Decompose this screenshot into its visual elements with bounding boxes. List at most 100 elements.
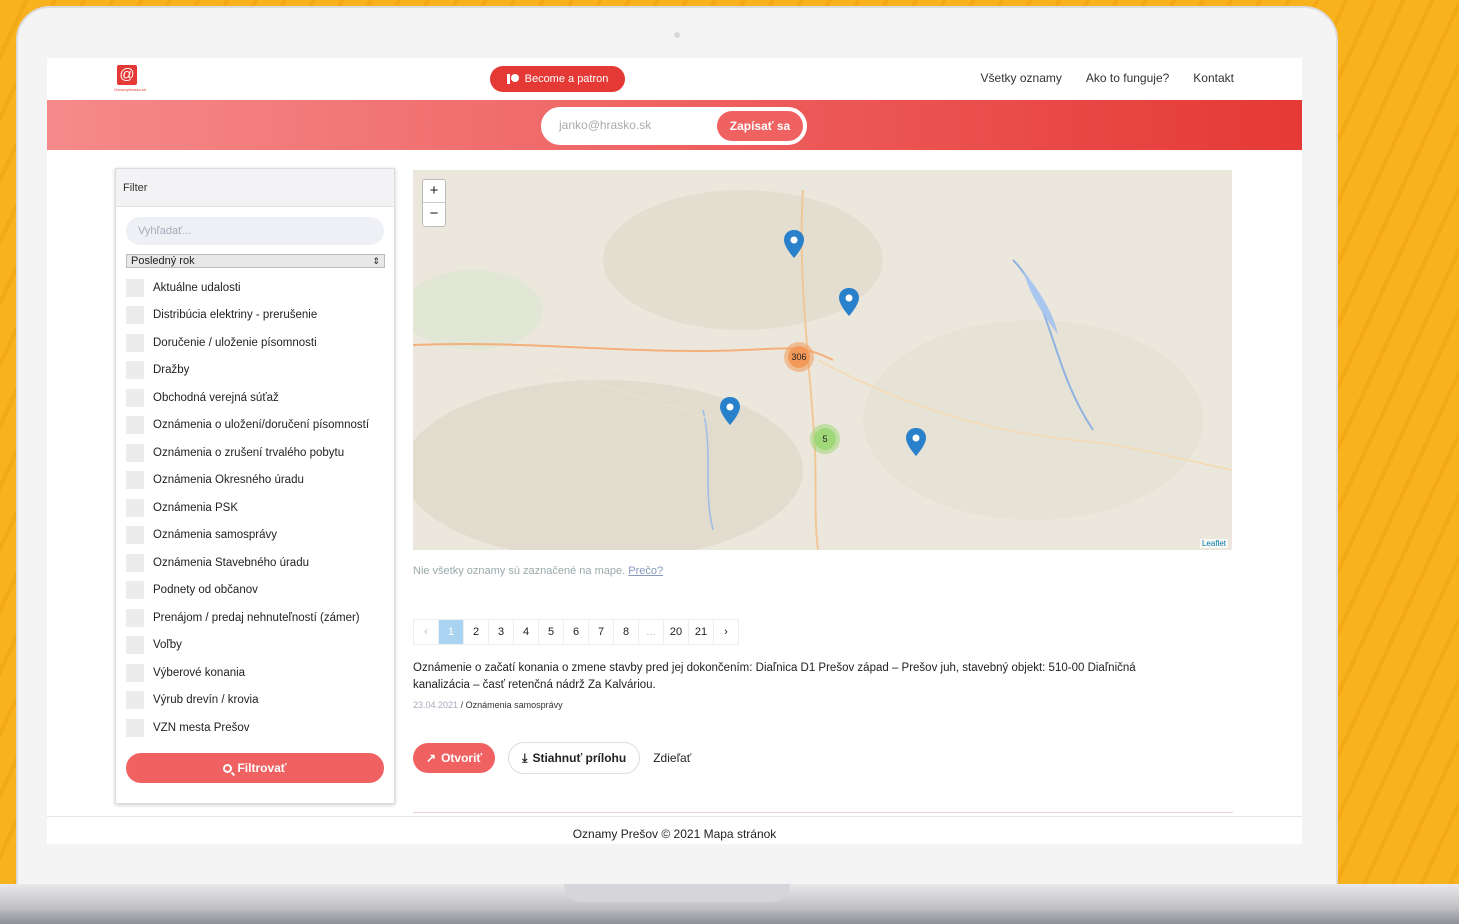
category-checkbox[interactable]	[126, 636, 144, 655]
pagination-next[interactable]: ›	[713, 619, 739, 645]
category-item[interactable]: Obchodná verejná súťaž	[126, 384, 391, 412]
category-checkbox[interactable]	[126, 691, 144, 710]
nav-all-notices[interactable]: Všetky oznamy	[981, 71, 1062, 85]
pagination-page[interactable]: 2	[463, 619, 489, 645]
category-label: Oznámenia Okresného úradu	[153, 474, 304, 487]
open-button-label: Otvoriť	[441, 751, 483, 765]
email-field[interactable]: janko@hrasko.sk	[559, 118, 651, 132]
notice-meta: 23.04.2021 / Oznámenia samosprávy	[413, 700, 563, 710]
pagination-page[interactable]: 7	[588, 619, 614, 645]
subscribe-form: janko@hrasko.sk Zapísať sa	[541, 107, 807, 145]
pagination-page[interactable]: 1	[438, 619, 464, 645]
category-label: Oznámenia o uložení/doručení písomností	[153, 419, 370, 432]
category-checkbox[interactable]	[126, 471, 144, 490]
map-cluster-small[interactable]: 5	[810, 424, 840, 454]
pagination-prev[interactable]: ‹	[413, 619, 439, 645]
period-select[interactable]: Posledný rok ⇕	[126, 254, 385, 268]
category-item[interactable]: Prenájom / predaj nehnuteľností (zámer)	[126, 604, 391, 632]
camera-dot	[674, 32, 680, 38]
category-checkbox[interactable]	[126, 361, 144, 380]
pagination-page[interactable]: 8	[613, 619, 639, 645]
category-item[interactable]: Distribúcia elektriny - prerušenie	[126, 302, 391, 330]
filter-button[interactable]: Filtrovať	[126, 753, 384, 783]
download-attachment-button[interactable]: ⤓ Stiahnuť prílohu	[508, 742, 641, 774]
category-item[interactable]: Oznámenia samosprávy	[126, 522, 391, 550]
site-logo[interactable]: @ Oznamyhrasko.sk	[102, 63, 154, 95]
map-attribution[interactable]: Leaflet	[1199, 539, 1228, 548]
top-navbar: @ Oznamyhrasko.sk Become a patron Všetky…	[47, 58, 1302, 100]
map-marker-icon[interactable]	[839, 288, 859, 316]
map-note: Nie všetky oznamy sú zaznačené na mape. …	[413, 565, 663, 577]
pagination-page[interactable]: 20	[663, 619, 689, 645]
category-checkbox[interactable]	[126, 526, 144, 545]
category-item[interactable]: Oznámenia Stavebného úradu	[126, 549, 391, 577]
open-button[interactable]: ↗ Otvoriť	[413, 743, 496, 773]
category-checkbox[interactable]	[126, 278, 144, 297]
category-item[interactable]: Oznámenia Okresného úradu	[126, 467, 391, 495]
pagination-ellipsis: ...	[638, 619, 664, 645]
category-checkbox[interactable]	[126, 416, 144, 435]
category-item[interactable]: Oznámenia o uložení/doručení písomností	[126, 412, 391, 440]
map-cluster-large[interactable]: 306	[784, 342, 814, 372]
category-checkbox[interactable]	[126, 663, 144, 682]
category-item[interactable]: Voľby	[126, 632, 391, 660]
category-label: Výberové konania	[153, 666, 246, 679]
pagination-page[interactable]: 6	[563, 619, 589, 645]
category-item[interactable]: Aktuálne udalosti	[126, 274, 391, 302]
category-list: Aktuálne udalosti Distribúcia elektriny …	[126, 274, 391, 742]
category-label: Oznámenia o zrušení trvalého pobytu	[153, 446, 345, 459]
at-sign-icon: @	[117, 65, 137, 85]
notice-actions: ↗ Otvoriť ⤓ Stiahnuť prílohu Zdieľať	[413, 742, 691, 774]
map-marker-icon[interactable]	[784, 230, 804, 258]
category-checkbox[interactable]	[126, 388, 144, 407]
subscribe-button[interactable]: Zapísať sa	[717, 111, 803, 141]
category-label: Podnety od občanov	[153, 584, 258, 597]
category-checkbox[interactable]	[126, 608, 144, 627]
category-checkbox[interactable]	[126, 553, 144, 572]
nav-how-it-works[interactable]: Ako to funguje?	[1086, 71, 1169, 85]
category-checkbox[interactable]	[126, 333, 144, 352]
category-label: Distribúcia elektriny - prerušenie	[153, 309, 318, 322]
map-view[interactable]: + − 306 5 Leaflet	[413, 170, 1232, 550]
map-marker-icon[interactable]	[906, 428, 926, 456]
category-item[interactable]: Výrub drevín / krovia	[126, 687, 391, 715]
category-item[interactable]: Dražby	[126, 357, 391, 385]
category-item[interactable]: Oznámenia o zrušení trvalého pobytu	[126, 439, 391, 467]
pagination-page[interactable]: 5	[538, 619, 564, 645]
notice-title[interactable]: Oznámenie o začatí konania o zmene stavb…	[413, 660, 1193, 694]
zoom-in-button[interactable]: +	[423, 180, 445, 203]
period-selected-value: Posledný rok	[131, 255, 195, 267]
category-checkbox[interactable]	[126, 581, 144, 600]
category-label: Oznámenia samosprávy	[153, 529, 277, 542]
map-marker-icon[interactable]	[720, 397, 740, 425]
pagination-page[interactable]: 4	[513, 619, 539, 645]
category-item[interactable]: Výberové konania	[126, 659, 391, 687]
category-checkbox[interactable]	[126, 718, 144, 737]
zoom-control: + −	[422, 179, 446, 227]
category-label: Obchodná verejná súťaž	[153, 391, 279, 404]
download-button-label: Stiahnuť prílohu	[532, 751, 627, 765]
notice-category[interactable]: / Oznámenia samosprávy	[461, 700, 563, 710]
nav-contact[interactable]: Kontakt	[1193, 71, 1234, 85]
zoom-out-button[interactable]: −	[423, 203, 445, 226]
category-checkbox[interactable]	[126, 498, 144, 517]
share-link[interactable]: Zdieľať	[653, 751, 691, 765]
category-item[interactable]: Oznámenia PSK	[126, 494, 391, 522]
map-note-link[interactable]: Prečo?	[628, 565, 663, 577]
category-item[interactable]: VZN mesta Prešov	[126, 714, 391, 742]
patron-label: Become a patron	[524, 73, 609, 85]
category-item[interactable]: Podnety od občanov	[126, 577, 391, 605]
become-patron-button[interactable]: Become a patron	[490, 66, 625, 92]
divider	[413, 812, 1233, 813]
category-checkbox[interactable]	[126, 443, 144, 462]
category-label: Aktuálne udalosti	[153, 281, 241, 294]
category-checkbox[interactable]	[126, 306, 144, 325]
category-item[interactable]: Doručenie / uloženie písomnosti	[126, 329, 391, 357]
filter-title: Filter	[116, 169, 394, 207]
subscribe-banner: janko@hrasko.sk Zapísať sa	[47, 100, 1302, 150]
search-input[interactable]: Vyhľadať...	[126, 217, 384, 245]
pagination-page[interactable]: 21	[688, 619, 714, 645]
filter-button-label: Filtrovať	[237, 761, 287, 775]
pagination-page[interactable]: 3	[488, 619, 514, 645]
category-label: Výrub drevín / krovia	[153, 694, 259, 707]
